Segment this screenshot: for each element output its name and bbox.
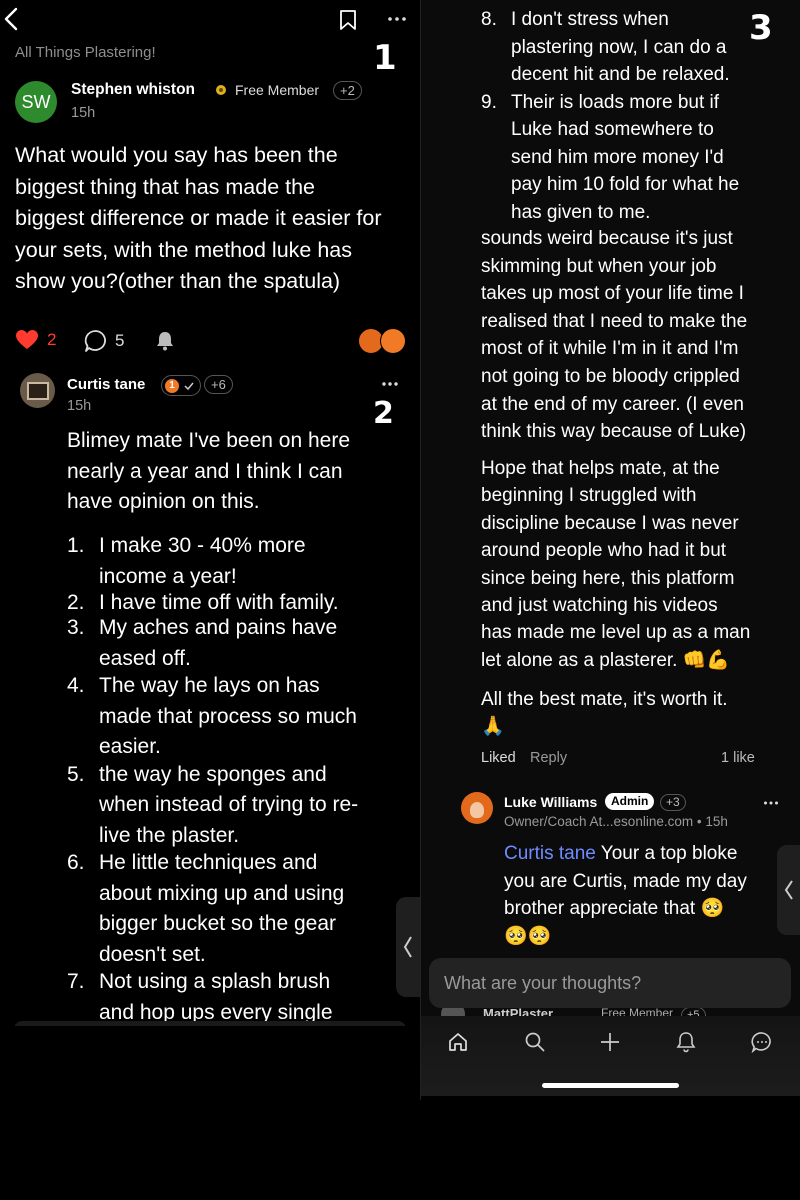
extra-badges[interactable]: +2 xyxy=(333,81,362,100)
notify-button[interactable] xyxy=(154,330,176,357)
annotation-marker-1: 1 xyxy=(373,38,397,78)
post-body-line: biggest difference or made it easier for xyxy=(15,206,382,230)
comment-icon xyxy=(84,330,106,352)
tab-create[interactable] xyxy=(596,1028,624,1056)
comment-list-continued: 8. I don't stress when plastering now, I… xyxy=(481,6,761,226)
comment-intro: Blimey mate I've been on here nearly a y… xyxy=(67,426,407,518)
level-number: 1 xyxy=(165,378,179,393)
like-count: 2 xyxy=(47,330,57,349)
post-body-line: What would you say has been the xyxy=(15,143,338,167)
chevron-left-icon xyxy=(784,880,793,900)
level-badge[interactable]: 1 xyxy=(161,375,201,396)
bookmark-button[interactable] xyxy=(339,9,357,31)
avatar[interactable] xyxy=(20,373,55,408)
list-item: 1. I make 30 - 40% more income a year! xyxy=(67,534,306,588)
post-more-button[interactable] xyxy=(387,12,407,26)
extra-badges[interactable]: +3 xyxy=(660,793,686,811)
list-item: 2. I have time off with family. xyxy=(67,591,339,614)
comment-paragraph: sounds weird because it's just skimming … xyxy=(481,228,748,443)
check-icon xyxy=(184,382,194,390)
post-time: 15h xyxy=(71,105,96,121)
bell-icon xyxy=(157,332,173,351)
comment-list: 1. I make 30 - 40% more income a year! 2… xyxy=(67,531,412,1028)
side-panel-toggle[interactable] xyxy=(396,897,420,997)
avatar xyxy=(380,328,406,354)
chevron-left-icon xyxy=(403,936,412,958)
screenshot-right: 3 8. I don't stress when plastering now,… xyxy=(421,0,800,1096)
comment-time: 15h xyxy=(67,398,92,414)
comment-line: nearly a year and I think I can xyxy=(67,459,343,483)
background xyxy=(0,1026,420,1200)
list-item: 4. The way he lays on has made that proc… xyxy=(67,674,357,758)
post-body-line: show you?(other than the spatula) xyxy=(15,269,341,293)
member-badge-label: Free Member xyxy=(235,82,320,98)
comment-count: 5 xyxy=(115,331,125,350)
home-icon xyxy=(449,1033,467,1051)
list-item: 8. I don't stress when plastering now, I… xyxy=(481,9,730,85)
plus-icon xyxy=(601,1033,619,1051)
reply-body: Curtis tane Your a top bloke you are Cur… xyxy=(504,843,747,947)
back-button[interactable] xyxy=(2,6,20,32)
chat-icon xyxy=(751,1032,771,1053)
more-icon xyxy=(764,801,778,805)
more-icon xyxy=(388,17,406,21)
comment-line: Blimey mate I've been on here xyxy=(67,429,350,452)
post-body: What would you say has been the biggest … xyxy=(15,140,415,298)
list-item: 9. Their is loads more but if Luke had s… xyxy=(481,91,740,223)
comment-more-button[interactable] xyxy=(381,377,399,395)
tab-notifications[interactable] xyxy=(672,1028,700,1056)
comment-paragraph: Hope that helps mate, at the beginning I… xyxy=(481,458,751,671)
side-panel-toggle[interactable] xyxy=(777,845,800,935)
like-button[interactable]: 2 xyxy=(15,329,56,351)
bottom-tab-bar xyxy=(421,1016,800,1096)
tab-home[interactable] xyxy=(444,1028,472,1056)
heart-icon xyxy=(16,330,38,349)
post-author-name[interactable]: Stephen whiston xyxy=(71,81,195,99)
avatar-initials: SW xyxy=(21,91,51,112)
tab-messages[interactable] xyxy=(748,1028,776,1056)
comment-paragraph: All the best mate, it's worth it. 🙏 xyxy=(481,689,728,737)
search-icon xyxy=(525,1032,545,1052)
bookmark-icon xyxy=(340,10,356,30)
like-count-label[interactable]: 1 like xyxy=(721,750,755,766)
list-item: 5. the way he sponges and when instead o… xyxy=(67,762,359,847)
composer-placeholder: What are your thoughts? xyxy=(444,972,642,993)
post-body-line: biggest thing that has made the xyxy=(15,174,316,199)
reply-author-name[interactable]: Luke Williams xyxy=(504,794,597,810)
comment-author-name[interactable]: Curtis tane xyxy=(67,376,145,393)
comment-button[interactable]: 5 xyxy=(84,329,124,353)
list-item: 7. Not using a splash brush and hop ups … xyxy=(67,970,333,1024)
reply-more-button[interactable] xyxy=(763,795,779,813)
extra-badges[interactable]: +6 xyxy=(204,375,233,394)
comment-line: have opinion on this. xyxy=(67,490,260,513)
list-item: 3. My aches and pains have eased off. xyxy=(67,616,338,670)
chevron-left-icon xyxy=(4,7,18,31)
screenshot-left: 1 All Things Plastering! SW Stephen whis… xyxy=(0,0,420,1200)
badge-icon xyxy=(216,85,226,95)
list-item: 6. He little techniques and about mixing… xyxy=(67,851,345,966)
reply-subtitle: Owner/Coach At...esonline.com • 15h xyxy=(504,814,728,829)
avatar[interactable] xyxy=(461,792,493,824)
panel-divider xyxy=(420,0,421,1100)
more-icon xyxy=(382,382,398,386)
comment-composer[interactable]: What are your thoughts? xyxy=(429,958,791,1008)
bell-icon xyxy=(676,1032,696,1053)
tab-search[interactable] xyxy=(521,1028,549,1056)
avatar[interactable]: SW xyxy=(15,81,57,123)
liked-button[interactable]: Liked xyxy=(481,750,516,766)
mention-link[interactable]: Curtis tane xyxy=(504,843,596,864)
admin-badge: Admin xyxy=(605,793,655,810)
group-name[interactable]: All Things Plastering! xyxy=(15,44,156,61)
liker-avatars[interactable] xyxy=(358,328,406,354)
reply-button[interactable]: Reply xyxy=(530,750,567,766)
post-body-line: your sets, with the method luke has xyxy=(15,237,353,262)
member-badge: Free Member xyxy=(213,82,319,98)
home-indicator xyxy=(542,1083,679,1088)
